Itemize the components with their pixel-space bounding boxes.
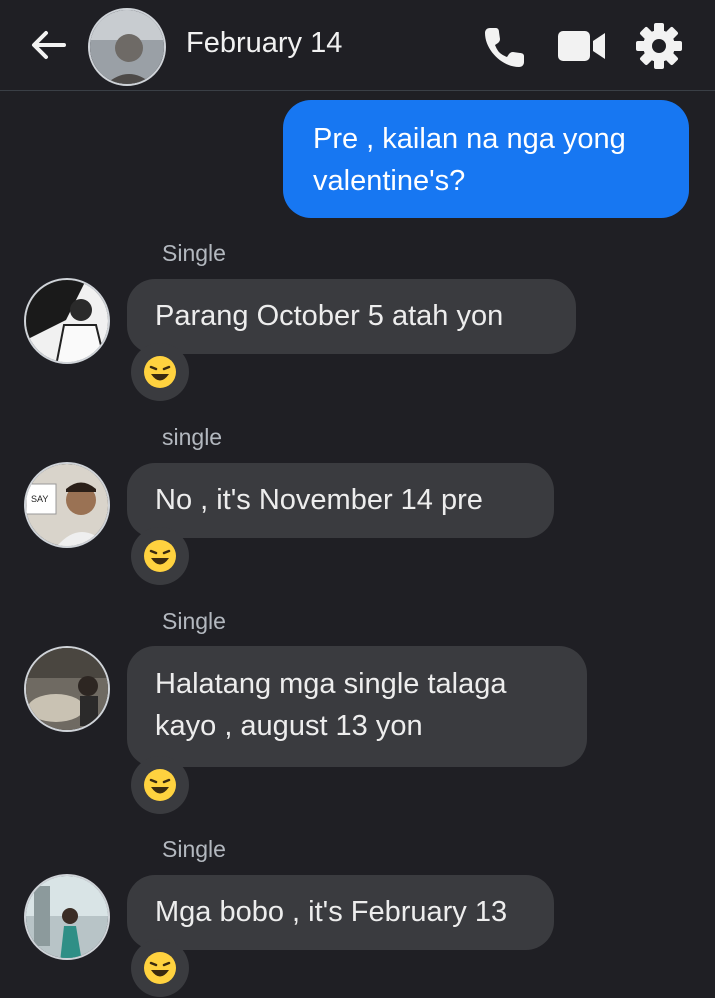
- message-reaction[interactable]: [131, 756, 189, 814]
- sender-name: Single: [162, 608, 226, 634]
- message-text-line: Halatang mga single talaga: [155, 668, 507, 700]
- sender-name: single: [162, 424, 223, 450]
- chat-header: February 14: [0, 0, 715, 91]
- video-call-button[interactable]: [556, 20, 608, 72]
- contact-avatar[interactable]: [88, 8, 166, 86]
- message-text-line: Pre , kailan na nga yong: [313, 123, 626, 155]
- incoming-message-bubble[interactable]: Mga bobo , it's February 13: [127, 875, 554, 950]
- laughing-emoji-icon: [144, 769, 176, 801]
- sender-name: Single: [162, 836, 226, 862]
- laughing-emoji-icon: [144, 356, 176, 388]
- message-reaction[interactable]: [131, 343, 189, 401]
- sender-avatar[interactable]: [24, 874, 110, 960]
- settings-button[interactable]: [633, 20, 685, 72]
- incoming-message-bubble[interactable]: Parang October 5 atah yon: [127, 279, 576, 354]
- back-button[interactable]: [26, 22, 72, 68]
- laughing-emoji-icon: [144, 540, 176, 572]
- gear-icon: [636, 23, 682, 69]
- message-text: Mga bobo , it's February 13: [155, 896, 508, 928]
- phone-icon: [485, 28, 524, 67]
- sender-name: Single: [162, 240, 226, 266]
- sender-avatar[interactable]: SAY: [24, 462, 110, 548]
- incoming-message-bubble[interactable]: Halatang mga single talaga kayo , august…: [127, 646, 587, 767]
- message-text: Parang October 5 atah yon: [155, 300, 504, 332]
- sender-avatar[interactable]: [24, 646, 110, 732]
- chat-title: February 14: [186, 27, 343, 59]
- message-reaction[interactable]: [131, 527, 189, 585]
- call-button[interactable]: [480, 20, 532, 72]
- video-camera-icon: [558, 31, 605, 61]
- message-text: No , it's November 14 pre: [155, 484, 483, 516]
- outgoing-message-bubble[interactable]: Pre , kailan na nga yong valentine's?: [283, 100, 689, 218]
- message-text-line: kayo , august 13 yon: [155, 710, 423, 742]
- incoming-message-bubble[interactable]: No , it's November 14 pre: [127, 463, 554, 538]
- laughing-emoji-icon: [144, 952, 176, 984]
- message-reaction[interactable]: [131, 939, 189, 997]
- sender-avatar[interactable]: [24, 278, 110, 364]
- svg-text:SAY: SAY: [31, 494, 48, 504]
- back-arrow-icon: [32, 31, 66, 59]
- message-text-line: valentine's?: [313, 165, 466, 197]
